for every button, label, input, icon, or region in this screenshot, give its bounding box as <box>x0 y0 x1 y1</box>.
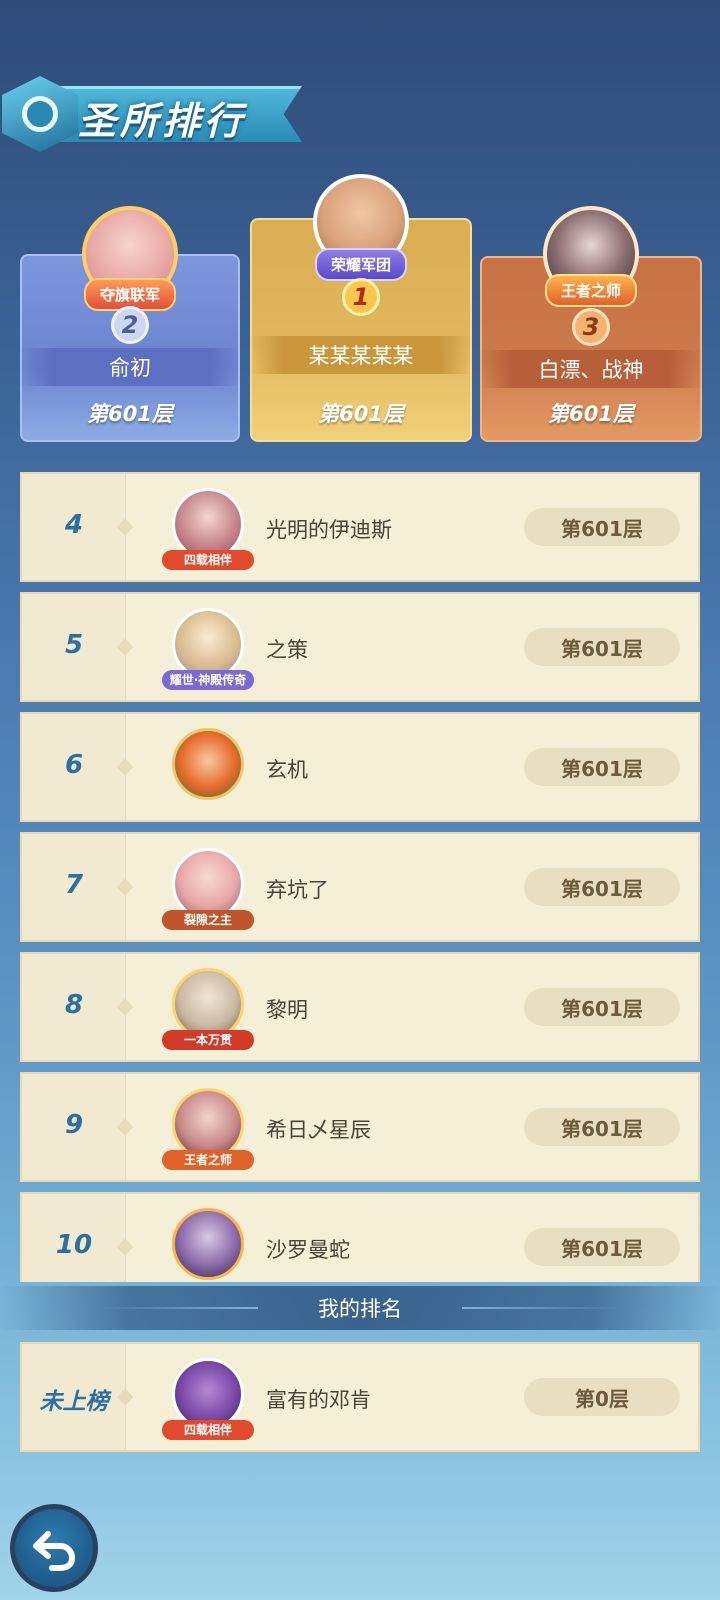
avatar[interactable]: 裂隙之主 <box>162 844 254 936</box>
podium-rank-3[interactable]: 王者之师 3 白漂、战神 第601层 <box>480 206 702 442</box>
table-row[interactable]: 5 耀世·神殿传奇 之策 第601层 <box>20 592 700 702</box>
back-arrow-icon <box>33 1531 76 1571</box>
page-title: 圣所排行 <box>78 99 247 143</box>
rank-number: 未上榜 <box>39 1389 109 1415</box>
rank-number: 6 <box>64 750 84 780</box>
table-row[interactable]: 6 玄机 第601层 <box>20 712 700 822</box>
avatar-tag: 一本万贯 <box>162 1030 254 1050</box>
rank-number: 7 <box>64 870 84 900</box>
header-banner: 圣所排行 <box>0 74 302 154</box>
floor-value: 第601层 <box>524 508 680 546</box>
floor-value: 第601层 <box>548 402 634 426</box>
rank-number: 10 <box>55 1230 93 1260</box>
rank-medal: 2 <box>111 306 149 344</box>
player-name: 富有的邓肯 <box>266 1388 371 1412</box>
my-rank-label: 我的排名 <box>318 1297 402 1321</box>
floor-value: 第601层 <box>524 1228 680 1266</box>
avatar[interactable]: 一本万贯 <box>162 964 254 1056</box>
avatar-tag: 裂隙之主 <box>162 910 254 930</box>
title-badge: 王者之师 <box>544 274 638 307</box>
avatar-tag: 四载相伴 <box>162 1420 254 1440</box>
player-name: 白漂、战神 <box>480 350 702 388</box>
floor-value: 第601层 <box>318 402 404 426</box>
table-row[interactable]: 4 四载相伴 光明的伊迪斯 第601层 <box>20 472 700 582</box>
avatar[interactable]: 四载相伴 <box>162 484 254 576</box>
table-row[interactable]: 8 一本万贯 黎明 第601层 <box>20 952 700 1062</box>
my-rank-row[interactable]: 未上榜 四载相伴 富有的邓肯 第0层 <box>20 1342 700 1452</box>
avatar-tag: 耀世·神殿传奇 <box>162 670 254 690</box>
floor-value: 第601层 <box>524 1108 680 1146</box>
avatar[interactable] <box>162 724 254 816</box>
floor-value: 第601层 <box>524 628 680 666</box>
rank-number: 9 <box>64 1110 84 1140</box>
avatar[interactable]: 耀世·神殿传奇 <box>162 604 254 696</box>
floor-value: 第0层 <box>524 1378 680 1416</box>
back-button[interactable] <box>10 1504 98 1592</box>
player-name: 弃坑了 <box>266 878 329 902</box>
podium-rank-1[interactable]: 荣耀军团 1 某某某某某 第601层 <box>250 174 472 442</box>
rank-medal: 1 <box>342 278 380 316</box>
my-rank-header: 我的排名 <box>0 1286 720 1330</box>
player-name: 黎明 <box>266 998 308 1022</box>
avatar-tag: 王者之师 <box>162 1150 254 1170</box>
avatar[interactable]: 四载相伴 <box>162 1354 254 1446</box>
player-name: 光明的伊迪斯 <box>266 518 392 542</box>
player-name: 玄机 <box>266 758 308 782</box>
player-name: 希日乄星辰 <box>266 1118 371 1142</box>
rank-list[interactable]: 4 四载相伴 光明的伊迪斯 第601层 5 耀世·神殿传奇 之策 第601层 6… <box>20 472 700 1282</box>
player-name: 之策 <box>266 638 308 662</box>
player-name: 某某某某某 <box>250 336 472 374</box>
floor-value: 第601层 <box>524 868 680 906</box>
podium-rank-2[interactable]: 夺旗联军 2 俞初 第601层 <box>20 206 240 442</box>
player-name: 俞初 <box>20 348 240 386</box>
floor-value: 第601层 <box>524 748 680 786</box>
player-name: 沙罗曼蛇 <box>266 1238 350 1262</box>
table-row[interactable]: 10 沙罗曼蛇 第601层 <box>20 1192 700 1282</box>
table-row[interactable]: 7 裂隙之主 弃坑了 第601层 <box>20 832 700 942</box>
floor-value: 第601层 <box>524 988 680 1026</box>
avatar[interactable] <box>162 1204 254 1282</box>
avatar[interactable]: 王者之师 <box>162 1084 254 1176</box>
title-badge: 荣耀军团 <box>314 248 408 281</box>
rank-number: 4 <box>64 510 84 540</box>
rank-number: 8 <box>64 990 84 1020</box>
table-row[interactable]: 9 王者之师 希日乄星辰 第601层 <box>20 1072 700 1182</box>
floor-value: 第601层 <box>87 402 173 426</box>
rank-number: 5 <box>64 630 84 660</box>
rank-medal: 3 <box>572 308 610 346</box>
avatar-tag: 四载相伴 <box>162 550 254 570</box>
